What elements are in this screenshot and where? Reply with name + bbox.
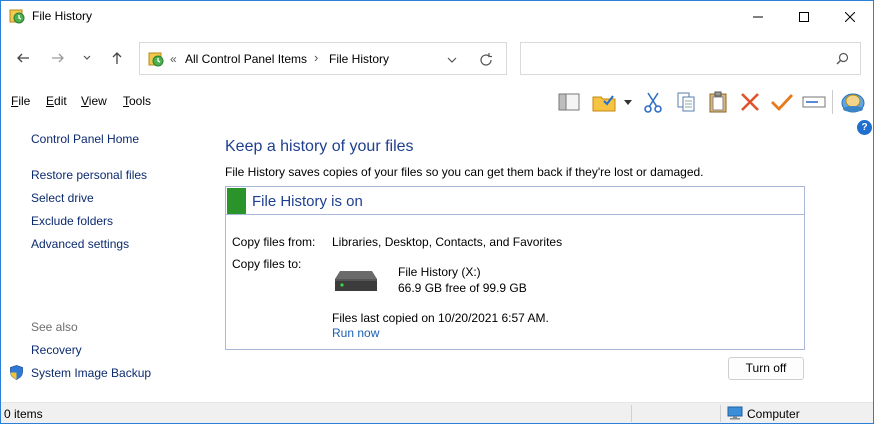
paste-button[interactable] [705,89,731,115]
menu-tools-label: ools [129,94,152,108]
file-history-icon [148,52,164,67]
copy-button[interactable] [673,89,699,115]
folder-check-icon [592,95,616,112]
status-bar: 0 items Computer [1,402,873,423]
computer-icon [727,406,743,420]
item-count: 0 items [4,407,43,421]
window-title: File History [32,9,93,23]
statusbar-divider [720,405,721,422]
rename-icon [802,96,826,108]
copy-to-label: Copy files to: [232,257,302,271]
last-copied-text: Files last copied on 10/20/2021 6:57 AM. [332,311,549,325]
drive-free-space: 66.9 GB free of 99.9 GB [398,281,527,295]
delete-button[interactable] [737,89,763,115]
location-zone: Computer [747,407,800,421]
maximize-icon [799,11,809,22]
properties-check-button[interactable] [769,89,795,115]
address-bar[interactable]: « All Control Panel Items › File History [139,42,507,75]
drive-name: File History (X:) [398,265,481,279]
copy-from-label: Copy files from: [232,235,316,249]
back-button[interactable] [11,46,35,70]
address-overflow[interactable]: « [170,52,177,66]
select-drive-link[interactable]: Select drive [31,191,94,205]
navigation-bar: « All Control Panel Items › File History [1,32,873,82]
chevron-down-icon[interactable] [444,52,460,68]
help-icon[interactable]: ? [857,120,872,135]
menu-view-accelerator: V [81,94,89,108]
arrow-left-icon [17,53,29,63]
options-button[interactable] [840,89,866,115]
menu-file-label: ile [18,94,31,108]
close-icon [845,11,855,22]
menu-tools[interactable]: Tools [123,94,151,108]
hard-drive-icon [335,271,377,291]
breadcrumb-separator[interactable]: › [314,50,318,65]
checkmark-icon [771,94,794,112]
cut-button[interactable] [640,89,666,115]
clipboard-icon [709,91,727,113]
file-history-icon [9,9,25,24]
statusbar-divider [631,405,632,422]
organize-button[interactable] [591,89,617,115]
uac-shield-icon [10,365,23,380]
page-title: Keep a history of your files [225,138,414,155]
see-also-heading: See also [31,320,78,334]
status-header: File History is on [226,187,804,215]
layout-pane-button[interactable] [556,89,582,115]
delete-x-icon [741,93,759,111]
organize-dropdown[interactable] [621,89,635,115]
arrow-up-icon [112,52,122,64]
chevron-down-icon [83,55,91,60]
arrow-right-icon [52,53,64,63]
menu-file[interactable]: File [11,94,30,108]
toolbar-separator [832,90,833,114]
search-icon [836,52,849,65]
menu-bar: File Edit View Tools [1,82,873,120]
page-description: File History saves copies of your files … [225,165,704,179]
globe-shell-icon [841,93,865,113]
title-bar[interactable]: File History [1,1,873,32]
status-indicator [227,188,246,214]
up-button[interactable] [105,46,129,70]
recovery-link[interactable]: Recovery [31,343,82,357]
scissors-icon [644,92,662,113]
system-image-backup-link[interactable]: System Image Backup [31,366,151,380]
copy-icon [677,92,695,112]
preview-pane-icon [558,93,580,111]
advanced-settings-link[interactable]: Advanced settings [31,237,129,251]
copy-from-value: Libraries, Desktop, Contacts, and Favori… [332,235,563,249]
file-history-window: File History « All Control Panel Items ›… [0,0,874,424]
breadcrumb-file-history[interactable]: File History [329,52,389,66]
status-title: File History is on [252,193,363,210]
exclude-folders-link[interactable]: Exclude folders [31,214,113,228]
restore-personal-files-link[interactable]: Restore personal files [31,168,147,182]
minimize-icon [753,16,763,17]
turn-off-button[interactable]: Turn off [728,357,804,380]
forward-button[interactable] [46,46,70,70]
menu-edit-accelerator: E [46,94,55,108]
breadcrumb-control-panel[interactable]: All Control Panel Items [185,52,307,66]
rename-button[interactable] [801,89,827,115]
caret-down-icon [624,99,632,105]
recent-locations-button[interactable] [77,46,97,70]
menu-edit-label: dit [54,94,67,108]
close-button[interactable] [827,1,873,32]
menu-edit[interactable]: Edit [46,94,67,108]
minimize-button[interactable] [735,1,781,32]
maximize-button[interactable] [781,1,827,32]
menu-view[interactable]: View [81,94,107,108]
status-panel: File History is on Copy files from: Libr… [225,186,805,350]
refresh-icon[interactable] [478,52,494,68]
menu-view-label: iew [88,94,107,108]
search-input[interactable] [520,42,861,75]
control-panel-home-link[interactable]: Control Panel Home [31,132,139,146]
run-now-link[interactable]: Run now [332,326,379,340]
